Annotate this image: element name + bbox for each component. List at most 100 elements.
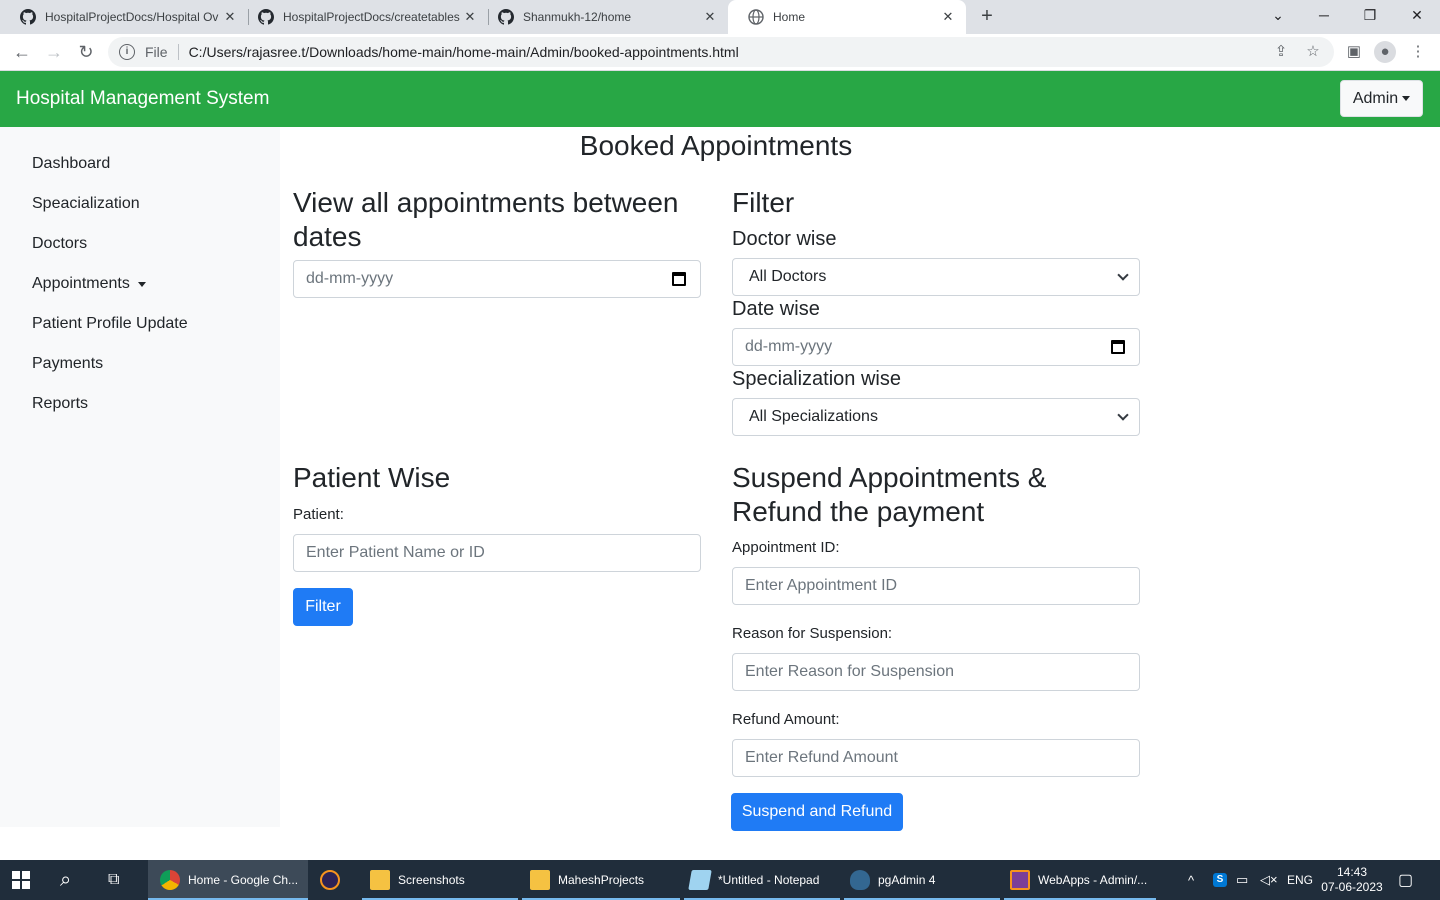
admin-dropdown-button[interactable]: Admin: [1340, 80, 1423, 117]
sidebar-item-appointments[interactable]: Appointments: [32, 274, 146, 294]
date-wise-input[interactable]: dd-mm-yyyy: [732, 328, 1140, 366]
tab-title: HospitalProjectDocs/Hospital Ov: [45, 10, 219, 24]
taskbar-item-pgadmin[interactable]: pgAdmin 4: [844, 860, 1000, 900]
network-icon[interactable]: ▭: [1236, 860, 1248, 900]
restore-icon[interactable]: ❐: [1358, 4, 1382, 28]
app-navbar: Hospital Management System Admin: [0, 71, 1440, 127]
taskbar-item-notepad[interactable]: *Untitled - Notepad: [684, 860, 840, 900]
info-icon[interactable]: i: [119, 44, 135, 60]
folder-icon: [370, 870, 390, 890]
sidebar-item-reports[interactable]: Reports: [32, 394, 88, 414]
address-bar[interactable]: i File C:/Users/rajasree.t/Downloads/hom…: [108, 37, 1334, 67]
notification-icon[interactable]: ▢: [1398, 860, 1413, 900]
doctor-select[interactable]: All Doctors: [732, 258, 1140, 296]
globe-icon: [748, 9, 764, 25]
search-icon[interactable]: ⌕: [60, 860, 84, 900]
suspend-and-refund-button[interactable]: Suspend and Refund: [731, 793, 903, 831]
filter-button[interactable]: Filter: [293, 588, 353, 626]
patient-label: Patient:: [293, 506, 344, 523]
back-arrow-icon[interactable]: ←: [10, 40, 34, 64]
browser-tab[interactable]: Shanmukh-12/home ✕: [478, 0, 728, 34]
appointment-id-placeholder: Enter Appointment ID: [745, 577, 898, 594]
github-icon: [20, 9, 36, 25]
notepad-icon: [688, 870, 712, 890]
taskbar: ⌕ ⧉ Home - Google Ch... Screenshots Mahe…: [0, 860, 1440, 900]
github-icon: [498, 9, 514, 25]
caret-down-icon: [137, 281, 146, 287]
refund-amount-label: Refund Amount:: [732, 711, 840, 728]
sidebar-item-dashboard[interactable]: Dashboard: [32, 154, 110, 174]
reason-input[interactable]: Enter Reason for Suspension: [732, 653, 1140, 691]
tab-title: Home: [773, 10, 806, 24]
close-icon[interactable]: ✕: [462, 9, 478, 25]
taskbar-item-eclipse[interactable]: [310, 860, 358, 900]
menu-kebab-icon[interactable]: ⋮: [1407, 41, 1429, 63]
doctor-wise-label: Doctor wise: [732, 228, 837, 250]
patient-wise-heading: Patient Wise: [293, 462, 451, 493]
brand-title[interactable]: Hospital Management System: [16, 88, 269, 110]
profile-avatar-icon[interactable]: ●: [1374, 41, 1396, 63]
tab-search-icon[interactable]: ⌄: [1266, 4, 1290, 28]
folder-icon: [530, 870, 550, 890]
url-text[interactable]: C:/Users/rajasree.t/Downloads/home-main/…: [189, 44, 739, 60]
sidebar-item-label: Reports: [32, 395, 89, 412]
appointment-id-label: Appointment ID:: [732, 539, 840, 556]
side-panel-icon[interactable]: ▣: [1343, 41, 1365, 63]
tab-title: Shanmukh-12/home: [523, 10, 632, 24]
clock[interactable]: 14:43 07-06-2023: [1320, 860, 1384, 900]
date-placeholder: dd-mm-yyyy: [745, 338, 833, 355]
address-divider: [177, 44, 179, 60]
close-icon[interactable]: ✕: [222, 9, 238, 25]
taskbar-item-webapps[interactable]: WebApps - Admin/...: [1004, 860, 1156, 900]
sidebar-item-specialization[interactable]: Speacialization: [32, 194, 140, 214]
bookmark-star-icon[interactable]: ☆: [1304, 43, 1322, 61]
tray-skype-icon[interactable]: S: [1213, 860, 1227, 900]
ide-icon: [1010, 870, 1030, 890]
windows-start-icon[interactable]: [12, 860, 36, 900]
taskbar-item-screenshots[interactable]: Screenshots: [362, 860, 518, 900]
page-title: Booked Appointments: [579, 130, 853, 161]
calendar-icon[interactable]: [672, 272, 686, 286]
share-icon[interactable]: ⇪: [1272, 43, 1290, 61]
windows-logo-icon: [12, 871, 30, 889]
doctor-select-value: All Doctors: [749, 268, 827, 285]
volume-muted-icon[interactable]: ◁×: [1260, 860, 1278, 900]
refund-amount-placeholder: Enter Refund Amount: [745, 749, 898, 766]
browser-tab-active[interactable]: Home ✕: [728, 0, 966, 34]
browser-toolbar: ← → ↻ i File C:/Users/rajasree.t/Downloa…: [0, 34, 1440, 71]
patient-placeholder: Enter Patient Name or ID: [306, 544, 485, 561]
appointment-id-input[interactable]: Enter Appointment ID: [732, 567, 1140, 605]
sidebar-item-label: Speacialization: [32, 195, 140, 212]
sidebar-item-patient-profile-update[interactable]: Patient Profile Update: [32, 314, 188, 334]
patient-input[interactable]: Enter Patient Name or ID: [293, 534, 701, 572]
calendar-icon[interactable]: [1111, 340, 1125, 354]
taskbar-item-label: Home - Google Ch...: [188, 873, 299, 887]
minimize-icon[interactable]: ─: [1312, 4, 1336, 28]
tray-chevron-up-icon[interactable]: ^: [1188, 860, 1194, 900]
forward-arrow-icon[interactable]: →: [42, 40, 66, 64]
sidebar-item-label: Payments: [32, 355, 104, 372]
close-icon[interactable]: ✕: [702, 9, 718, 25]
browser-tab[interactable]: HospitalProjectDocs/createtables ✕: [238, 0, 488, 34]
browser-tab[interactable]: HospitalProjectDocs/Hospital Ov ✕: [0, 0, 248, 34]
sidebar-item-doctors[interactable]: Doctors: [32, 234, 87, 254]
taskbar-item-chrome[interactable]: Home - Google Ch...: [148, 860, 308, 900]
sidebar-item-payments[interactable]: Payments: [32, 354, 103, 374]
reload-icon[interactable]: ↻: [74, 40, 98, 64]
between-dates-heading: View all appointments between dates: [293, 187, 679, 252]
specialization-select[interactable]: All Specializations: [732, 398, 1140, 436]
eclipse-icon: [320, 870, 340, 890]
clock-date: 07-06-2023: [1321, 880, 1383, 894]
close-icon[interactable]: ✕: [940, 9, 956, 25]
new-tab-button[interactable]: +: [978, 5, 996, 29]
taskbar-item-maheshprojects[interactable]: MaheshProjects: [522, 860, 680, 900]
date-placeholder: dd-mm-yyyy: [306, 270, 394, 287]
task-view-icon[interactable]: ⧉: [108, 860, 132, 900]
refund-amount-input[interactable]: Enter Refund Amount: [732, 739, 1140, 777]
language-indicator[interactable]: ENG: [1287, 860, 1313, 900]
taskbar-item-label: MaheshProjects: [558, 873, 645, 887]
suspend-heading: Suspend Appointments & Refund the paymen…: [732, 462, 1047, 527]
between-dates-input[interactable]: dd-mm-yyyy: [293, 260, 701, 298]
window-close-icon[interactable]: ✕: [1405, 4, 1429, 28]
tab-title: HospitalProjectDocs/createtables: [283, 10, 460, 24]
